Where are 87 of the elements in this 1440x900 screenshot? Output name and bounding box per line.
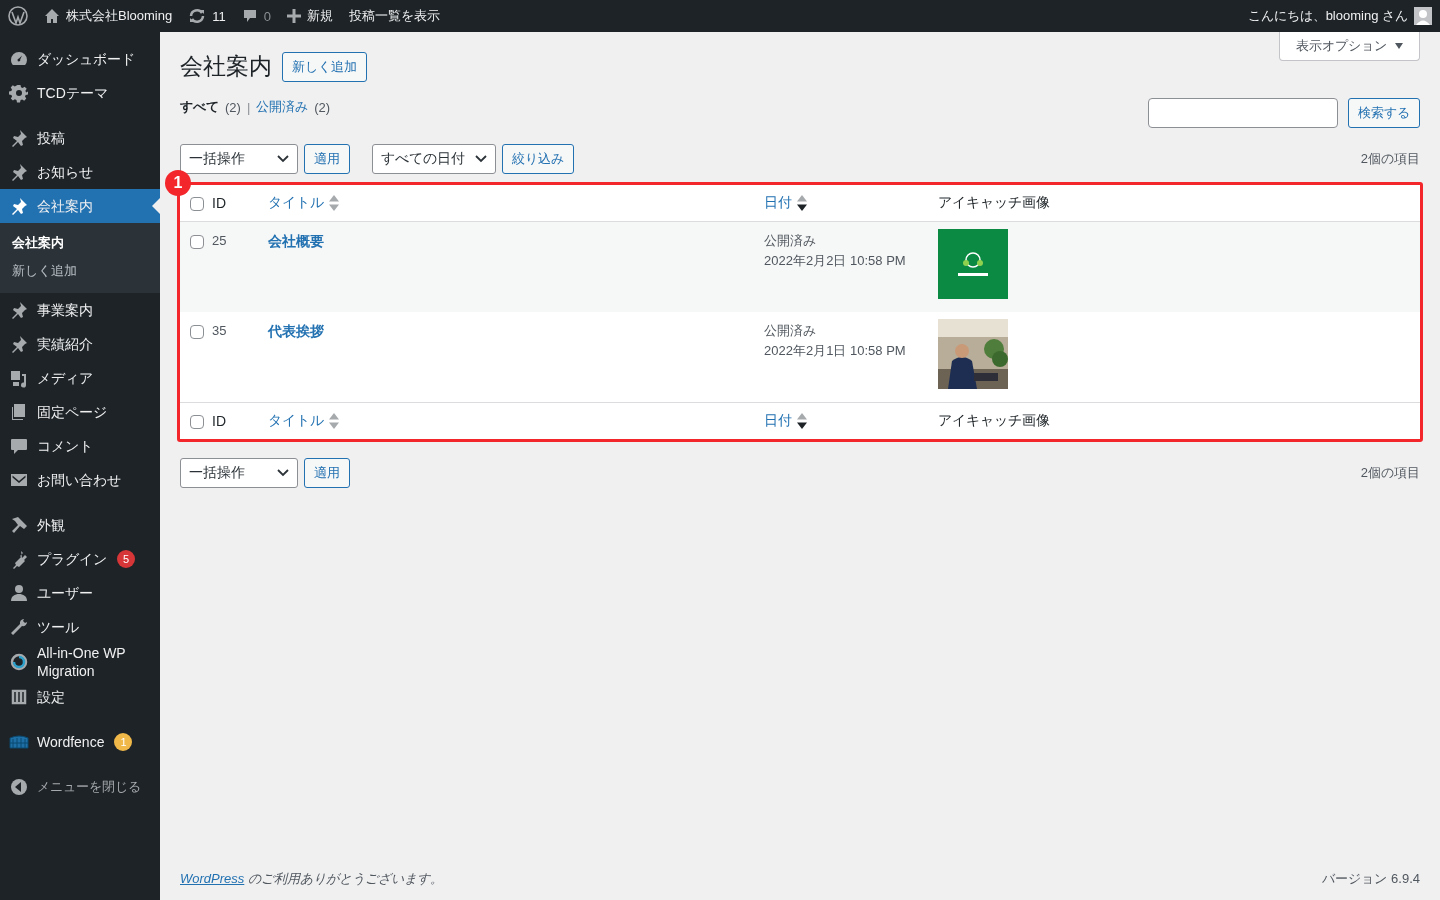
sidebar-item[interactable]: TCDテーマ	[0, 76, 160, 110]
sidebar-item[interactable]: 事業案内	[0, 293, 160, 327]
site-name-link[interactable]: 株式会社Blooming	[44, 7, 173, 25]
collapse-menu-button[interactable]: メニューを閉じる	[0, 770, 160, 804]
speech-bubble-icon	[241, 8, 258, 24]
sidebar-item[interactable]: 外観	[0, 508, 160, 542]
wordpress-logo-icon[interactable]	[8, 6, 28, 26]
sortable-column-header[interactable]: 日付	[764, 412, 807, 430]
screen-options-button[interactable]: 表示オプション	[1279, 32, 1420, 61]
sidebar-item[interactable]: メディア	[0, 361, 160, 395]
status-filter-link[interactable]: すべて	[180, 98, 219, 116]
updates-link[interactable]: 11	[188, 8, 226, 24]
apply-button[interactable]: 適用	[304, 144, 350, 174]
id-cell: 25	[212, 233, 227, 248]
sortable-column-header[interactable]: タイトル	[268, 194, 339, 212]
refresh-icon	[188, 8, 207, 24]
media-icon	[9, 368, 29, 388]
version-text: バージョン 6.9.4	[1322, 870, 1420, 888]
search-button[interactable]: 検索する	[1348, 98, 1420, 128]
sidebar-item[interactable]: Wordfence 1	[0, 725, 160, 759]
sidebar-item[interactable]: 会社案内	[0, 189, 160, 223]
fence-icon	[9, 732, 29, 752]
person-icon	[9, 583, 29, 603]
count-badge: 1	[114, 733, 133, 751]
column-header: ID	[212, 412, 226, 429]
count-badge: 5	[117, 550, 135, 568]
footer-thanks-text: WordPress のご利用ありがとうございます。	[180, 870, 443, 888]
view-posts-link[interactable]: 投稿一覧を表示	[348, 7, 440, 25]
submenu-item[interactable]: 会社案内	[0, 229, 160, 257]
post-title-link[interactable]: 代表挨拶	[268, 323, 324, 339]
sidebar-item[interactable]: ツール	[0, 610, 160, 644]
date-text: 2022年2月2日 10:58 PM	[764, 252, 907, 270]
status-text: 公開済み	[764, 232, 817, 250]
submenu-item[interactable]: 新しく追加	[0, 257, 160, 285]
bulk-actions-dropdown[interactable]: 一括操作	[180, 458, 298, 488]
item-count: 2個の項目	[1360, 464, 1420, 482]
sidebar-item[interactable]: 固定ページ	[0, 395, 160, 429]
filter-button[interactable]: 絞り込み	[502, 144, 574, 174]
id-cell: 35	[212, 323, 227, 338]
sidebar-item[interactable]: コメント	[0, 429, 160, 463]
apply-button[interactable]: 適用	[304, 458, 350, 488]
speech-bubble-icon	[9, 436, 29, 456]
sidebar-item[interactable]: お知らせ	[0, 155, 160, 189]
chevron-icon	[277, 155, 289, 163]
select-all-checkbox[interactable]	[190, 197, 204, 212]
separator: |	[246, 99, 251, 115]
post-title-link[interactable]: 会社概要	[268, 233, 324, 249]
dropdown-triangle-icon	[1395, 43, 1403, 49]
chevron-icon	[277, 469, 289, 477]
settings-icon	[9, 83, 29, 103]
plus-icon	[286, 9, 301, 23]
comments-link[interactable]: 0	[241, 8, 271, 24]
sidebar-item[interactable]: 設定	[0, 680, 160, 714]
sidebar-item[interactable]: ユーザー	[0, 576, 160, 610]
avatar-icon	[1414, 7, 1432, 25]
status-count: (2)	[314, 99, 331, 115]
home-icon	[44, 8, 60, 24]
sidebar-item[interactable]: All-in-One WP Migration	[0, 644, 160, 680]
column-header: アイキャッチ画像	[938, 194, 1050, 210]
date-text: 2022年2月1日 10:58 PM	[764, 342, 907, 360]
account-menu[interactable]: こんにちは、blooming さん	[1247, 7, 1432, 25]
status-text: 公開済み	[764, 322, 817, 340]
wordpress-link[interactable]: WordPress	[180, 871, 245, 886]
row-checkbox[interactable]	[190, 234, 204, 249]
column-header: ID	[212, 194, 226, 211]
sortable-column-header[interactable]: タイトル	[268, 412, 339, 430]
status-filter-link[interactable]: 公開済み	[256, 98, 309, 116]
page-title: 会社案内	[180, 52, 272, 81]
date-filter-dropdown[interactable]: すべての日付	[372, 144, 496, 174]
status-count: (2)	[225, 99, 241, 115]
sidebar-item[interactable]: お問い合わせ	[0, 463, 160, 497]
wrench-icon	[9, 617, 29, 637]
sidebar-item[interactable]: ダッシュボード	[0, 42, 160, 76]
select-all-checkbox[interactable]	[190, 415, 204, 430]
bulk-actions-dropdown[interactable]: 一括操作	[180, 144, 298, 174]
search-field[interactable]	[1148, 98, 1338, 128]
chevron-icon	[475, 155, 487, 163]
sortable-column-header[interactable]: 日付	[764, 194, 807, 212]
row-checkbox[interactable]	[190, 324, 204, 339]
item-count: 2個の項目	[1360, 150, 1420, 168]
sidebar-item[interactable]: プラグイン 5	[0, 542, 160, 576]
new-content-link[interactable]: 新規	[286, 7, 333, 25]
add-new-button[interactable]: 新しく追加	[282, 51, 367, 82]
sidebar-item[interactable]: 実績紹介	[0, 327, 160, 361]
sidebar-item[interactable]: 投稿	[0, 121, 160, 155]
annotation-badge: 1	[165, 170, 191, 196]
column-header: アイキャッチ画像	[938, 412, 1050, 428]
